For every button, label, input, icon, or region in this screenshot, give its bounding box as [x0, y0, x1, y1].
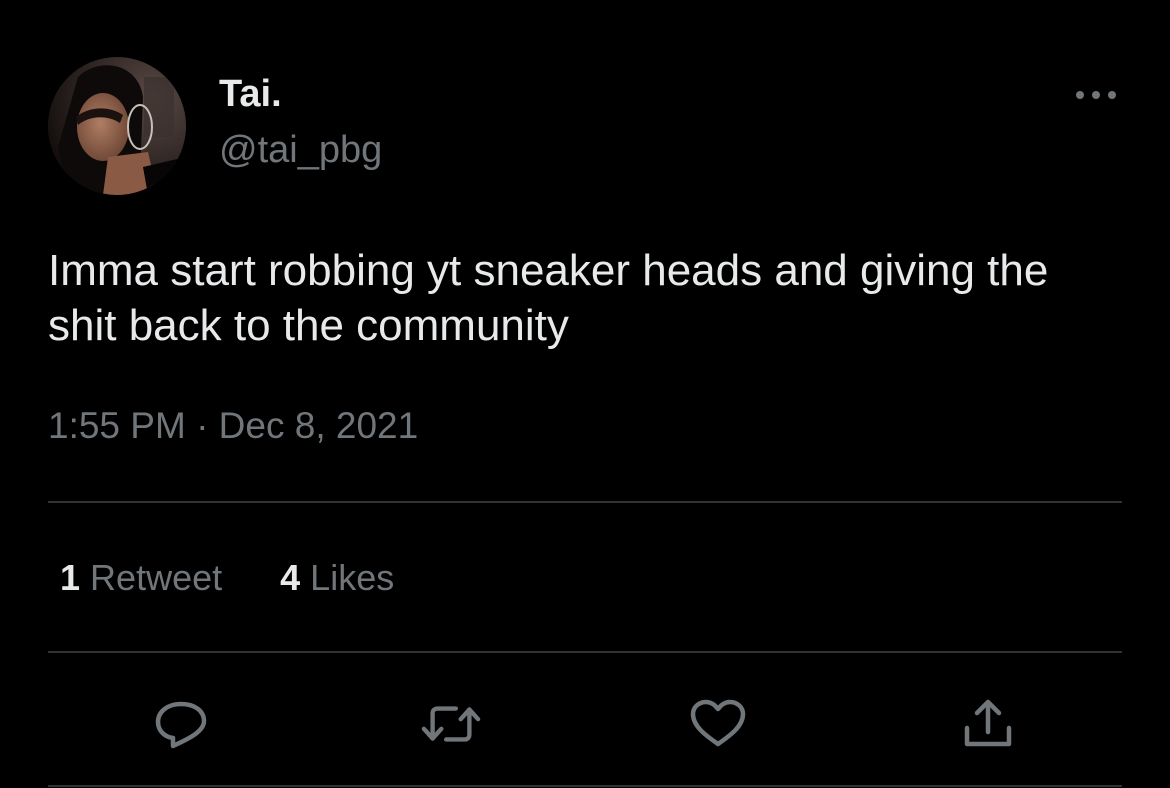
more-options-icon: [1076, 91, 1116, 99]
divider: [48, 785, 1122, 787]
retweet-icon: [421, 706, 481, 742]
reply-icon: [155, 701, 207, 749]
profile-photo-icon: [48, 57, 186, 195]
more-options-button[interactable]: [1068, 78, 1124, 112]
avatar[interactable]: [48, 57, 186, 195]
likes-stat[interactable]: 4 Likes: [280, 556, 394, 600]
engagement-stats: 1 Retweet 4 Likes: [60, 556, 394, 600]
tweet-detail: Tai. @tai_pbg Imma start robbing yt snea…: [0, 0, 1170, 788]
retweets-label: Retweet: [90, 557, 223, 598]
retweets-stat[interactable]: 1 Retweet: [60, 556, 222, 600]
heart-icon: [690, 699, 746, 747]
share-icon: [964, 699, 1012, 747]
retweets-count: 1: [60, 557, 81, 598]
divider: [48, 651, 1122, 653]
username-handle[interactable]: @tai_pbg: [219, 128, 382, 172]
likes-label: Likes: [310, 557, 395, 598]
tweet-timestamp[interactable]: 1:55 PM · Dec 8, 2021: [48, 404, 418, 448]
share-button[interactable]: [958, 696, 1018, 752]
display-name[interactable]: Tai.: [219, 72, 282, 116]
retweet-button[interactable]: [421, 696, 481, 752]
divider: [48, 501, 1122, 503]
reply-button[interactable]: [151, 696, 211, 752]
likes-count: 4: [280, 557, 301, 598]
like-button[interactable]: [688, 696, 748, 752]
tweet-text: Imma start robbing yt sneaker heads and …: [48, 246, 1049, 350]
